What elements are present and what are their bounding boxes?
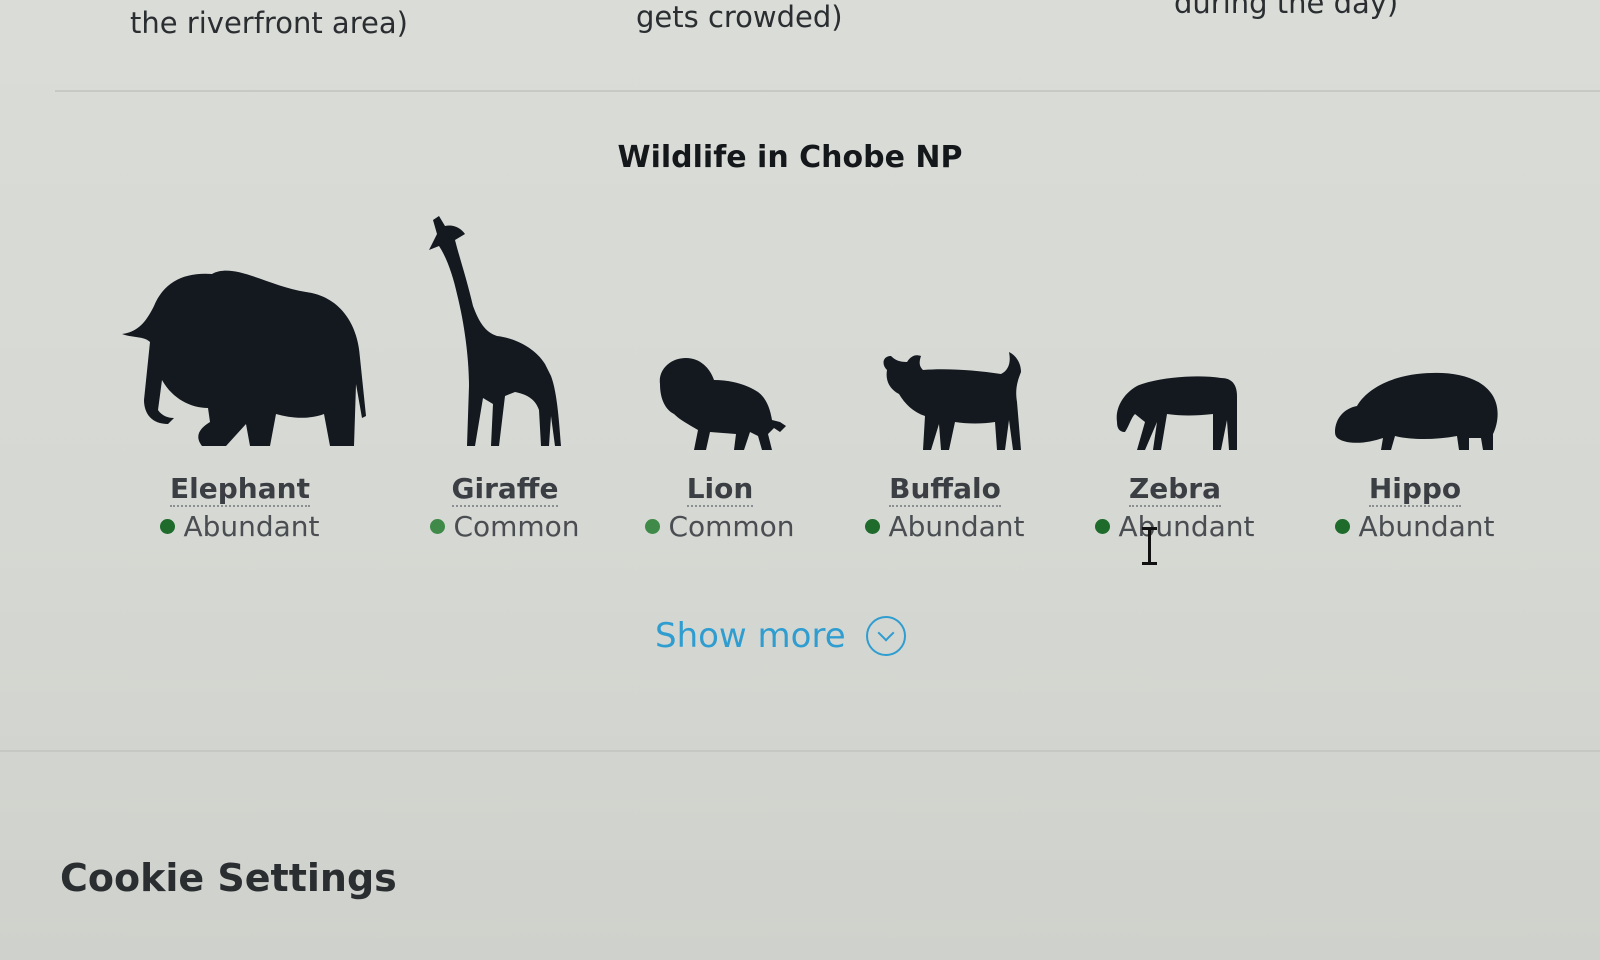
animal-item-elephant[interactable]: Elephant Abundant: [110, 210, 370, 570]
animal-name-buffalo[interactable]: Buffalo: [889, 472, 1001, 507]
previous-text-2: gets crowded): [636, 0, 843, 34]
animal-item-hippo[interactable]: Hippo Abundant: [1285, 210, 1545, 570]
wildlife-title: Wildlife in Chobe NP: [617, 140, 963, 175]
common-status-dot: [430, 518, 446, 534]
animal-status-lion: Common: [590, 510, 850, 543]
hippo-icon: [1285, 210, 1545, 460]
status-label: Common: [453, 510, 580, 543]
cookie-settings-heading: Cookie Settings: [60, 856, 397, 900]
status-label: Abundant: [888, 510, 1025, 543]
previous-text-3: during the day): [1174, 0, 1399, 20]
status-label: Common: [668, 510, 795, 543]
previous-section-strip: the riverfront area) gets crowded) durin…: [0, 0, 1600, 88]
animal-list: Elephant Abundant Giraffe Common Lion Co…: [120, 210, 1540, 570]
show-more-label[interactable]: Show more: [655, 616, 846, 656]
section-divider-bottom: [0, 750, 1600, 752]
show-more-button[interactable]: Show more: [655, 616, 906, 656]
abundant-status-dot: [1095, 518, 1111, 534]
page: the riverfront area) gets crowded) durin…: [0, 0, 1600, 960]
animal-name-elephant[interactable]: Elephant: [170, 472, 310, 507]
animal-name-zebra[interactable]: Zebra: [1128, 472, 1222, 507]
abundant-status-dot: [160, 518, 176, 534]
common-status-dot: [645, 518, 661, 534]
animal-status-buffalo: Abundant: [815, 510, 1075, 543]
animal-item-zebra[interactable]: Zebra Abundant: [1045, 210, 1305, 570]
abundant-status-dot: [1335, 518, 1351, 534]
animal-status-elephant: Abundant: [110, 510, 370, 543]
animal-name-hippo[interactable]: Hippo: [1368, 472, 1462, 507]
animal-name-lion[interactable]: Lion: [686, 472, 754, 507]
status-label: Abundant: [183, 510, 320, 543]
animal-item-buffalo[interactable]: Buffalo Abundant: [815, 210, 1075, 570]
status-label: Abundant: [1358, 510, 1495, 543]
text-cursor-icon: [1140, 527, 1158, 565]
section-divider: [55, 90, 1600, 92]
previous-text-1: the riverfront area): [130, 6, 408, 40]
lion-icon: [590, 210, 850, 460]
zebra-icon: [1045, 210, 1305, 460]
status-label: Abundant: [1118, 510, 1255, 543]
chevron-down-circle-icon[interactable]: [865, 616, 906, 656]
elephant-icon: [110, 210, 370, 460]
animal-status-zebra: Abundant: [1045, 510, 1305, 543]
animal-name-giraffe[interactable]: Giraffe: [451, 472, 559, 507]
animal-status-hippo: Abundant: [1285, 510, 1545, 543]
abundant-status-dot: [865, 518, 881, 534]
animal-item-lion[interactable]: Lion Common: [590, 210, 850, 570]
buffalo-icon: [815, 210, 1075, 460]
